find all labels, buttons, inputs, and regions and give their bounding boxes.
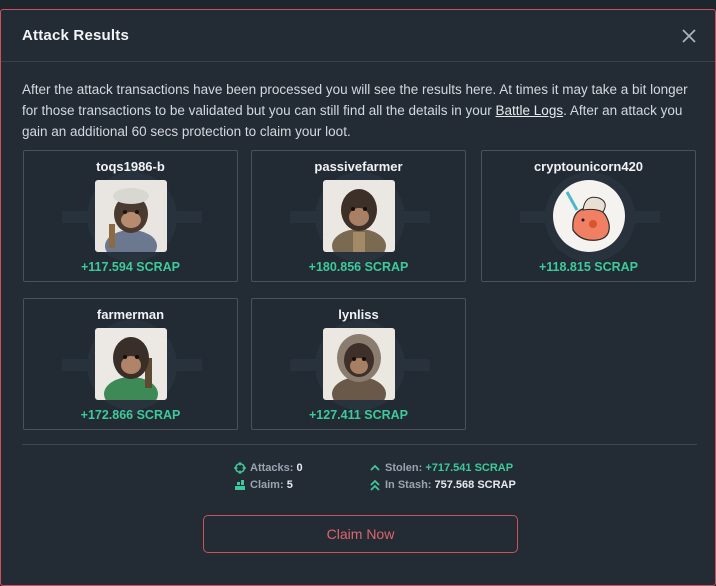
result-card: cryptounicorn420 +118.815 SCRAP	[481, 150, 696, 282]
attacks-value: 0	[296, 462, 303, 474]
stolen-stat: Stolen: +717.541 SCRAP	[369, 462, 569, 476]
battle-logs-link[interactable]: Battle Logs	[496, 103, 564, 118]
claim-stat: Claim: 5	[234, 479, 354, 493]
unicorn-icon	[553, 180, 625, 252]
claim-value: 5	[286, 479, 293, 491]
stolen-label: Stolen:	[385, 462, 423, 474]
player-name: toqs1986-b	[96, 159, 165, 174]
claim-now-button[interactable]: Claim Now	[203, 515, 518, 553]
loot-amount: +118.815 SCRAP	[538, 260, 639, 274]
loot-amount: +180.856 SCRAP	[308, 260, 409, 274]
modal-title: Attack Results	[22, 27, 130, 44]
modal-header: Attack Results	[1, 10, 715, 62]
player-name: farmerman	[96, 307, 165, 322]
loot-amount: +172.866 SCRAP	[80, 408, 181, 422]
player-name: lynliss	[338, 307, 379, 322]
attack-results-modal: Attack Results After the attack transact…	[0, 9, 716, 586]
result-card: farmerman +172.866 SCRAP	[23, 298, 238, 430]
close-icon[interactable]	[679, 26, 699, 46]
player-name: passivefarmer	[314, 159, 403, 174]
claim-label: Claim:	[250, 479, 284, 491]
ape-hooded-icon	[323, 328, 395, 400]
stack-icon	[235, 480, 245, 490]
loot-amount: +117.594 SCRAP	[80, 260, 181, 274]
result-card: passivefarmer +180.856 SCRAP	[251, 150, 466, 282]
stash-stat: In Stash: 757.568 SCRAP	[369, 479, 569, 493]
intro-text: After the attack transactions have been …	[22, 82, 688, 139]
chevron-up-icon	[370, 464, 380, 471]
loot-amount: +127.411 SCRAP	[308, 408, 409, 422]
stash-value: 757.568 SCRAP	[434, 479, 516, 491]
double-chevron-up-icon	[370, 479, 380, 491]
attacks-stat: Attacks: 0	[234, 462, 354, 476]
attacks-label: Attacks:	[250, 462, 294, 474]
crosshair-icon	[234, 462, 246, 474]
stolen-value: +717.541 SCRAP	[425, 462, 514, 474]
ape-green-jacket-icon	[95, 328, 167, 400]
ape-mechanic-icon	[95, 180, 167, 252]
player-name: cryptounicorn420	[533, 159, 644, 174]
ape-farmer-icon	[323, 180, 395, 252]
divider	[22, 444, 697, 445]
result-card: toqs1986-b +117.594 SCRAP	[23, 150, 238, 282]
stash-label: In Stash:	[385, 479, 432, 491]
result-card: lynliss +127.411 SCRAP	[251, 298, 466, 430]
